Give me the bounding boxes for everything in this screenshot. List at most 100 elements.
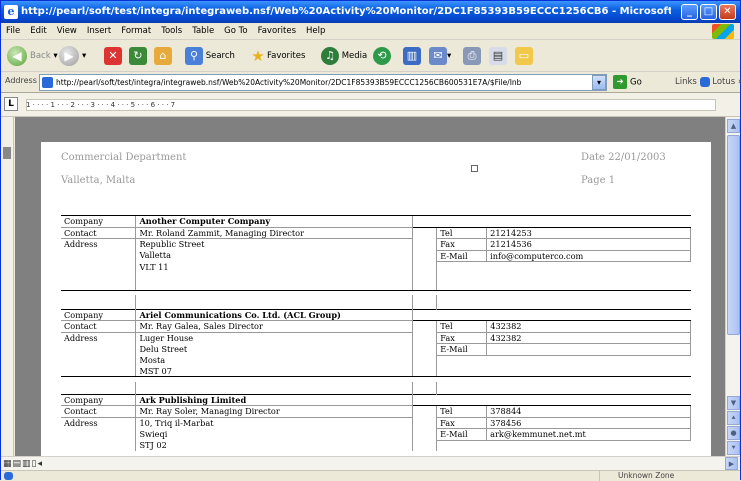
print-icon: ⎙ <box>463 46 481 65</box>
menu-file[interactable]: File <box>1 23 25 40</box>
edit-button[interactable]: ▤ <box>489 45 507 67</box>
fax-label: Fax <box>436 417 487 429</box>
refresh-button[interactable]: ↻ <box>129 45 147 67</box>
menu-favorites[interactable]: Favorites <box>253 23 301 40</box>
menu-goto[interactable]: Go To <box>219 23 252 40</box>
search-icon: ⚲ <box>185 46 203 65</box>
history-icon: ⟲ <box>373 46 391 65</box>
media-button[interactable]: ♫ Media <box>321 45 367 67</box>
links-toolbar[interactable]: Links Lotus » <box>675 75 741 90</box>
go-button[interactable]: ➜ Go <box>613 75 642 91</box>
contact-name: Mr. Ray Soler, Managing Director <box>135 405 413 418</box>
address-line: Republic Street <box>135 238 413 250</box>
address-line: 10, Triq il-Marbat <box>135 417 413 429</box>
lotus-icon <box>699 76 710 87</box>
toolbar: ◀ Back ▾ ▶ ▾ ✕ ↻ ⌂ ⚲ Search ★ Favorites ♫ M… <box>1 41 740 72</box>
browser-window: e http://pearl/soft/test/integra/integra… <box>0 0 741 481</box>
address-dropdown[interactable]: ▾ <box>592 75 606 90</box>
stop-button[interactable]: ✕ <box>104 45 122 67</box>
contact-label: Contact <box>61 320 136 333</box>
mail-button[interactable]: ✉ ▾ <box>429 45 451 67</box>
address-line: Valletta <box>135 250 413 262</box>
minimize-button[interactable]: _ <box>681 4 698 20</box>
document-area[interactable]: Commercial Department Valletta, Malta Da… <box>15 117 725 456</box>
tel-value: 378844 <box>486 405 691 418</box>
view-buttons[interactable]: ▦▤▥▯◂ <box>3 458 43 470</box>
company-record: Company Ark Publishing Limited Contact M… <box>61 382 691 451</box>
fax-value: 21214536 <box>486 238 691 251</box>
messenger-button[interactable]: ▭ <box>515 45 533 67</box>
scroll-up-icon[interactable]: ▲ <box>727 119 740 133</box>
vertical-scrollbar[interactable]: ▲ ▼ ⯅ ● ⯆ <box>725 117 740 456</box>
menu-table[interactable]: Table <box>187 23 219 40</box>
page-status-icon <box>4 472 13 480</box>
email-value <box>486 343 691 356</box>
contact-label: Contact <box>61 405 136 418</box>
title-bar[interactable]: e http://pearl/soft/test/integra/integra… <box>1 1 740 23</box>
address-input[interactable]: http://pearl/soft/test/integra/integrawe… <box>39 74 607 91</box>
address-line: Delu Street <box>135 343 413 355</box>
vertical-ruler <box>1 117 14 456</box>
address-line: VLT 11 <box>135 261 413 272</box>
previous-page-icon[interactable]: ⯅ <box>727 411 740 425</box>
contact-label: Contact <box>61 227 136 239</box>
email-label: E-Mail <box>436 428 487 441</box>
forward-button[interactable]: ▶ ▾ <box>59 45 86 67</box>
address-label: Address <box>5 76 37 85</box>
select-browse-object-icon[interactable]: ● <box>727 426 740 440</box>
tel-value: 21214253 <box>486 227 691 239</box>
scroll-down-icon[interactable]: ▼ <box>727 396 740 410</box>
refresh-icon: ↻ <box>129 46 147 65</box>
menu-edit[interactable]: Edit <box>25 23 51 40</box>
menu-view[interactable]: View <box>52 23 82 40</box>
fax-value: 378456 <box>486 417 691 429</box>
address-label: Address <box>64 332 98 343</box>
maximize-button[interactable]: □ <box>700 4 717 20</box>
stop-icon: ✕ <box>104 46 122 65</box>
company-label: Company <box>61 215 136 228</box>
back-button[interactable]: ◀ Back ▾ <box>7 45 58 67</box>
fax-label: Fax <box>436 238 487 251</box>
ie-logo-icon: e <box>4 5 18 19</box>
contact-name: Mr. Roland Zammit, Managing Director <box>135 227 413 239</box>
address-line: STJ 02 <box>135 440 413 451</box>
scroll-thumb[interactable] <box>727 135 740 335</box>
header-department: Commercial Department <box>61 152 187 163</box>
star-icon: ★ <box>251 46 265 65</box>
search-button[interactable]: ⚲ Search <box>185 45 235 67</box>
menu-insert[interactable]: Insert <box>82 23 116 40</box>
horizontal-scrollbar[interactable]: ▦▤▥▯◂ ▶ <box>1 456 740 470</box>
table-move-handle-icon[interactable] <box>471 165 478 172</box>
tab-stop-button[interactable]: L <box>4 97 18 111</box>
print-button[interactable]: ⎙ <box>463 45 481 67</box>
back-arrow-icon: ◀ <box>7 45 27 66</box>
window-title: http://pearl/soft/test/integra/integrawe… <box>21 6 671 17</box>
menu-tools[interactable]: Tools <box>156 23 187 40</box>
company-name: Another Computer Company <box>135 215 413 228</box>
edit-icon: ▤ <box>489 46 507 65</box>
menu-format[interactable]: Format <box>116 23 156 40</box>
header-date: Date 22/01/2003 <box>581 152 666 163</box>
address-line: Luger House <box>135 332 413 344</box>
close-button[interactable]: ✕ <box>719 4 736 20</box>
company-record: Company Ariel Communications Co. Ltd. (A… <box>61 295 691 377</box>
address-label: Address <box>64 239 98 249</box>
menu-help[interactable]: Help <box>301 23 330 40</box>
company-label: Company <box>61 393 136 406</box>
research-button[interactable]: ▥ <box>403 45 421 67</box>
research-icon: ▥ <box>403 46 421 65</box>
horizontal-ruler: L 1 · · · · 1 · · · 2 · · · 3 · · · 4 · … <box>1 93 740 117</box>
tel-label: Tel <box>436 320 487 333</box>
menu-bar: File Edit View Insert Format Tools Table Go To F… <box>1 23 740 40</box>
history-button[interactable]: ⟲ <box>373 45 391 67</box>
favorites-button[interactable]: ★ Favorites <box>249 45 305 67</box>
go-arrow-icon: ➜ <box>613 75 627 89</box>
header-page: Page 1 <box>581 175 616 186</box>
company-record: Company Another Computer Company Contact… <box>61 215 691 291</box>
tel-value: 432382 <box>486 320 691 333</box>
company-label: Company <box>61 308 136 321</box>
next-page-icon[interactable]: ⯆ <box>727 441 740 455</box>
scroll-right-icon[interactable]: ▶ <box>725 457 738 470</box>
email-value: info@computerco.com <box>486 250 691 262</box>
home-button[interactable]: ⌂ <box>154 45 172 67</box>
